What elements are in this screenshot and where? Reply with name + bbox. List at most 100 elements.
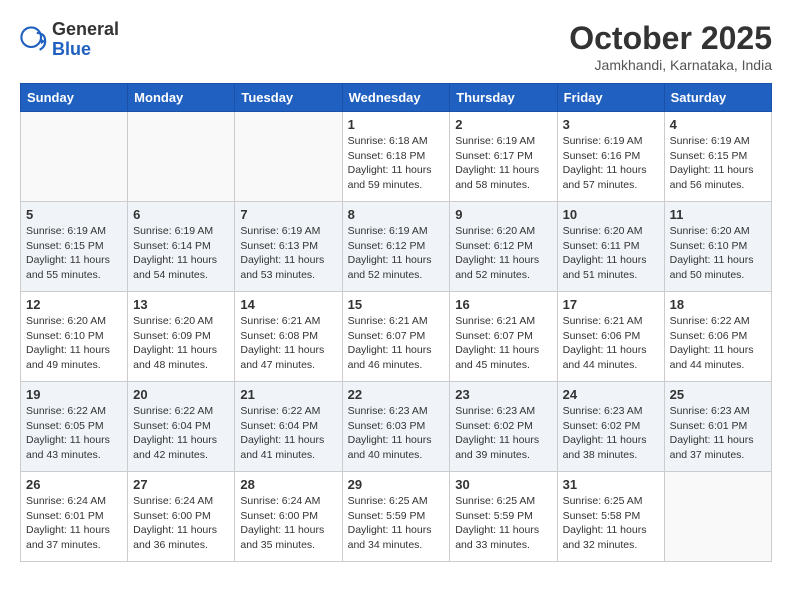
calendar-cell: 14 Sunrise: 6:21 AM Sunset: 6:08 PM Dayli… (235, 292, 342, 382)
day-info: Sunrise: 6:20 AM Sunset: 6:09 PM Dayligh… (133, 314, 229, 373)
calendar-cell: 27 Sunrise: 6:24 AM Sunset: 6:00 PM Dayli… (128, 472, 235, 562)
logo: General Blue (20, 20, 119, 60)
day-number: 21 (240, 387, 336, 402)
day-info: Sunrise: 6:18 AM Sunset: 6:18 PM Dayligh… (348, 134, 445, 193)
calendar-cell: 3 Sunrise: 6:19 AM Sunset: 6:16 PM Daylig… (557, 112, 664, 202)
calendar-cell: 24Sunrise: 6:23 AM Sunset: 6:02 PM Dayli… (557, 382, 664, 472)
day-number: 27 (133, 477, 229, 492)
calendar-cell: 1 Sunrise: 6:18 AM Sunset: 6:18 PM Daylig… (342, 112, 450, 202)
calendar-cell: 19 Sunrise: 6:22 AM Sunset: 6:05 PM Dayli… (21, 382, 128, 472)
day-info: Sunrise: 6:22 AM Sunset: 6:05 PM Dayligh… (26, 404, 122, 463)
calendar-week-row: 12Sunrise: 6:20 AM Sunset: 6:10 PM Dayli… (21, 292, 772, 382)
weekday-header: Tuesday (235, 84, 342, 112)
calendar-cell: 21 Sunrise: 6:22 AM Sunset: 6:04 PM Dayli… (235, 382, 342, 472)
day-number: 17 (563, 297, 659, 312)
calendar-cell: 22 Sunrise: 6:23 AM Sunset: 6:03 PM Dayli… (342, 382, 450, 472)
calendar-cell: 12Sunrise: 6:20 AM Sunset: 6:10 PM Dayli… (21, 292, 128, 382)
day-info: Sunrise: 6:22 AM Sunset: 6:04 PM Dayligh… (240, 404, 336, 463)
day-number: 31 (563, 477, 659, 492)
calendar-cell: 10 Sunrise: 6:20 AM Sunset: 6:11 PM Dayli… (557, 202, 664, 292)
day-number: 26 (26, 477, 122, 492)
day-info: Sunrise: 6:20 AM Sunset: 6:10 PM Dayligh… (670, 224, 766, 283)
calendar-cell: 5 Sunrise: 6:19 AM Sunset: 6:15 PM Daylig… (21, 202, 128, 292)
page-header: General Blue October 2025 Jamkhandi, Kar… (20, 20, 772, 73)
day-info: Sunrise: 6:25 AM Sunset: 5:58 PM Dayligh… (563, 494, 659, 553)
calendar-cell: 25 Sunrise: 6:23 AM Sunset: 6:01 PM Dayli… (664, 382, 771, 472)
location: Jamkhandi, Karnataka, India (569, 57, 772, 73)
day-number: 30 (455, 477, 551, 492)
day-number: 6 (133, 207, 229, 222)
calendar-cell: 6 Sunrise: 6:19 AM Sunset: 6:14 PM Daylig… (128, 202, 235, 292)
calendar-cell (21, 112, 128, 202)
day-number: 20 (133, 387, 229, 402)
day-number: 10 (563, 207, 659, 222)
day-info: Sunrise: 6:20 AM Sunset: 6:11 PM Dayligh… (563, 224, 659, 283)
day-info: Sunrise: 6:24 AM Sunset: 6:00 PM Dayligh… (240, 494, 336, 553)
day-info: Sunrise: 6:24 AM Sunset: 6:00 PM Dayligh… (133, 494, 229, 553)
calendar-week-row: 26 Sunrise: 6:24 AM Sunset: 6:01 PM Dayli… (21, 472, 772, 562)
day-number: 3 (563, 117, 659, 132)
day-number: 11 (670, 207, 766, 222)
calendar-cell: 16Sunrise: 6:21 AM Sunset: 6:07 PM Dayli… (450, 292, 557, 382)
calendar-cell: 18 Sunrise: 6:22 AM Sunset: 6:06 PM Dayli… (664, 292, 771, 382)
weekday-header: Monday (128, 84, 235, 112)
day-info: Sunrise: 6:20 AM Sunset: 6:12 PM Dayligh… (455, 224, 551, 283)
day-info: Sunrise: 6:23 AM Sunset: 6:03 PM Dayligh… (348, 404, 445, 463)
calendar-cell: 28 Sunrise: 6:24 AM Sunset: 6:00 PM Dayli… (235, 472, 342, 562)
day-info: Sunrise: 6:24 AM Sunset: 6:01 PM Dayligh… (26, 494, 122, 553)
day-number: 23 (455, 387, 551, 402)
day-info: Sunrise: 6:19 AM Sunset: 6:16 PM Dayligh… (563, 134, 659, 193)
day-number: 1 (348, 117, 445, 132)
title-block: October 2025 Jamkhandi, Karnataka, India (569, 20, 772, 73)
day-number: 2 (455, 117, 551, 132)
day-number: 15 (348, 297, 445, 312)
day-number: 9 (455, 207, 551, 222)
day-info: Sunrise: 6:23 AM Sunset: 6:02 PM Dayligh… (563, 404, 659, 463)
weekday-header: Thursday (450, 84, 557, 112)
calendar-cell: 13Sunrise: 6:20 AM Sunset: 6:09 PM Dayli… (128, 292, 235, 382)
day-info: Sunrise: 6:25 AM Sunset: 5:59 PM Dayligh… (348, 494, 445, 553)
day-info: Sunrise: 6:23 AM Sunset: 6:01 PM Dayligh… (670, 404, 766, 463)
day-number: 8 (348, 207, 445, 222)
day-info: Sunrise: 6:22 AM Sunset: 6:06 PM Dayligh… (670, 314, 766, 373)
day-number: 18 (670, 297, 766, 312)
day-number: 5 (26, 207, 122, 222)
calendar-week-row: 5 Sunrise: 6:19 AM Sunset: 6:15 PM Daylig… (21, 202, 772, 292)
day-number: 25 (670, 387, 766, 402)
calendar-cell: 11 Sunrise: 6:20 AM Sunset: 6:10 PM Dayli… (664, 202, 771, 292)
calendar-cell (235, 112, 342, 202)
day-number: 22 (348, 387, 445, 402)
day-info: Sunrise: 6:21 AM Sunset: 6:07 PM Dayligh… (455, 314, 551, 373)
day-info: Sunrise: 6:25 AM Sunset: 5:59 PM Dayligh… (455, 494, 551, 553)
day-info: Sunrise: 6:19 AM Sunset: 6:17 PM Dayligh… (455, 134, 551, 193)
day-number: 4 (670, 117, 766, 132)
day-info: Sunrise: 6:23 AM Sunset: 6:02 PM Dayligh… (455, 404, 551, 463)
calendar-table: SundayMondayTuesdayWednesdayThursdayFrid… (20, 83, 772, 562)
day-info: Sunrise: 6:21 AM Sunset: 6:07 PM Dayligh… (348, 314, 445, 373)
calendar-week-row: 1 Sunrise: 6:18 AM Sunset: 6:18 PM Daylig… (21, 112, 772, 202)
logo-text: General Blue (52, 20, 119, 60)
day-info: Sunrise: 6:22 AM Sunset: 6:04 PM Dayligh… (133, 404, 229, 463)
calendar-cell: 29 Sunrise: 6:25 AM Sunset: 5:59 PM Dayli… (342, 472, 450, 562)
day-number: 29 (348, 477, 445, 492)
day-info: Sunrise: 6:19 AM Sunset: 6:15 PM Dayligh… (26, 224, 122, 283)
day-info: Sunrise: 6:19 AM Sunset: 6:14 PM Dayligh… (133, 224, 229, 283)
weekday-header: Friday (557, 84, 664, 112)
day-info: Sunrise: 6:21 AM Sunset: 6:06 PM Dayligh… (563, 314, 659, 373)
day-info: Sunrise: 6:21 AM Sunset: 6:08 PM Dayligh… (240, 314, 336, 373)
day-number: 14 (240, 297, 336, 312)
calendar-week-row: 19 Sunrise: 6:22 AM Sunset: 6:05 PM Dayli… (21, 382, 772, 472)
calendar-cell: 4 Sunrise: 6:19 AM Sunset: 6:15 PM Daylig… (664, 112, 771, 202)
day-info: Sunrise: 6:19 AM Sunset: 6:15 PM Dayligh… (670, 134, 766, 193)
month-title: October 2025 (569, 20, 772, 57)
day-info: Sunrise: 6:19 AM Sunset: 6:12 PM Dayligh… (348, 224, 445, 283)
calendar-cell: 17 Sunrise: 6:21 AM Sunset: 6:06 PM Dayli… (557, 292, 664, 382)
day-info: Sunrise: 6:19 AM Sunset: 6:13 PM Dayligh… (240, 224, 336, 283)
calendar-cell: 20 Sunrise: 6:22 AM Sunset: 6:04 PM Dayli… (128, 382, 235, 472)
calendar-cell: 8 Sunrise: 6:19 AM Sunset: 6:12 PM Daylig… (342, 202, 450, 292)
calendar-header-row: SundayMondayTuesdayWednesdayThursdayFrid… (21, 84, 772, 112)
calendar-cell: 15 Sunrise: 6:21 AM Sunset: 6:07 PM Dayli… (342, 292, 450, 382)
day-number: 19 (26, 387, 122, 402)
day-number: 28 (240, 477, 336, 492)
calendar-cell (664, 472, 771, 562)
